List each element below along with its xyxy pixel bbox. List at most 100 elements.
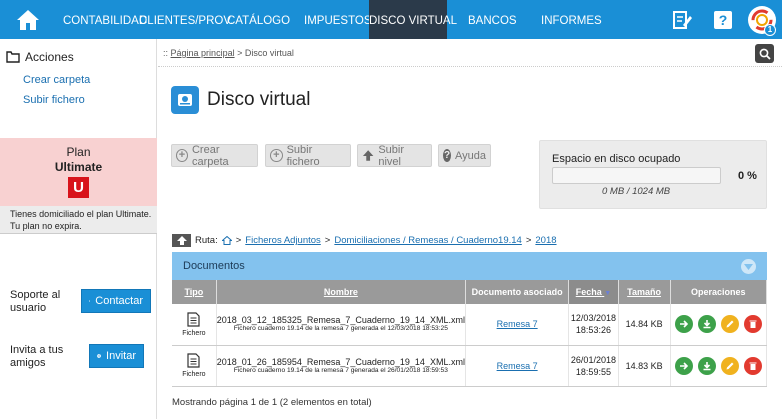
file-date: 26/01/2018 [570, 354, 616, 365]
file-time: 18:53:26 [575, 325, 611, 336]
sidebar: Acciones Crear carpeta Subir fichero Pla… [0, 39, 157, 419]
globe-icon [97, 354, 101, 358]
help-toolbar-button[interactable]: ? Ayuda [438, 144, 491, 167]
nav-impuestos[interactable]: IMPUESTOS [304, 0, 372, 39]
cell-fecha: 12/03/2018 18:53:26 [568, 304, 619, 346]
disk-drive-icon [171, 86, 199, 114]
nav-clientes-prov[interactable]: CLIENTES/PROV. [139, 0, 233, 39]
up-level-button[interactable]: Subir nivel [357, 144, 432, 168]
col-header-fecha-label: Fecha [575, 287, 602, 297]
file-icon [187, 353, 200, 368]
chevron-down-icon [744, 263, 753, 270]
sidebar-upload-file-link[interactable]: Subir fichero [23, 94, 85, 106]
cell-documento-asociado: Remesa 7 [465, 345, 570, 387]
path-separator: > [525, 235, 532, 246]
path-separator: > [324, 235, 331, 246]
plus-circle-icon: + [270, 149, 283, 162]
disk-usage-percent: 0 % [738, 170, 757, 182]
open-button[interactable] [674, 356, 693, 375]
envelope-icon [89, 300, 91, 302]
page-title: Disco virtual [207, 89, 311, 110]
cell-tipo: Fichero [172, 304, 217, 346]
sidebar-create-folder-link[interactable]: Crear carpeta [23, 74, 90, 86]
table-row[interactable]: Fichero 2018_03_12_185325_Remesa_7_Cuade… [172, 304, 768, 346]
cell-nombre: 2018_03_12_185325_Remesa_7_Cuaderno_19_1… [216, 304, 466, 346]
cell-operaciones [670, 345, 768, 387]
col-header-tamano[interactable]: Tamaño [618, 280, 671, 304]
associated-document-link[interactable]: Remesa 7 [497, 361, 538, 371]
notification-badge: 1 [764, 24, 776, 36]
upload-file-label: Subir fichero [286, 143, 320, 168]
sidebar-actions-label: Acciones [25, 50, 74, 64]
breadcrumb-current: Disco virtual [244, 48, 294, 58]
question-circle-icon: ? [443, 149, 451, 162]
search-button[interactable] [755, 44, 774, 63]
download-icon [703, 320, 711, 329]
help-button[interactable]: ? [709, 6, 737, 34]
file-name[interactable]: 2018_03_12_185325_Remesa_7_Cuaderno_19_1… [217, 315, 465, 325]
download-button[interactable] [697, 315, 716, 334]
create-folder-button[interactable]: + Crear carpeta [171, 144, 258, 168]
open-button[interactable] [674, 315, 693, 334]
download-button[interactable] [697, 356, 716, 375]
col-header-fecha[interactable]: Fecha ▼ [568, 280, 619, 304]
file-name[interactable]: 2018_01_26_185954_Remesa_7_Cuaderno_19_1… [217, 357, 465, 367]
associated-document-link[interactable]: Remesa 7 [497, 319, 538, 329]
documents-panel-header: Documentos [172, 252, 767, 280]
edit-document-icon [673, 11, 692, 29]
edit-button[interactable] [720, 356, 739, 375]
delete-button[interactable] [743, 356, 762, 375]
delete-button[interactable] [743, 315, 762, 334]
disk-usage-title: Espacio en disco ocupado [552, 153, 681, 165]
trash-icon [749, 362, 757, 370]
home-icon[interactable] [221, 236, 232, 245]
nav-disco-virtual[interactable]: DISCO VIRTUAL [369, 0, 457, 39]
breadcrumb-separator: > [237, 48, 243, 58]
plan-label: Plan [66, 145, 91, 159]
home-button[interactable] [0, 0, 56, 39]
table-header-row: Tipo Nombre Documento asociado Fecha ▼ T… [172, 280, 768, 304]
documents-table: Tipo Nombre Documento asociado Fecha ▼ T… [172, 280, 768, 387]
nav-catalogo[interactable]: CATÁLOGO [227, 0, 290, 39]
plan-name: Ultimate [54, 160, 103, 174]
search-icon [759, 48, 771, 60]
pencil-icon [726, 320, 734, 328]
arrow-right-icon [679, 320, 688, 328]
plan-status-text: Tienes domiciliado el plan Ultimate. Tu … [0, 206, 157, 234]
breadcrumb-home-link[interactable]: Página principal [171, 48, 235, 58]
support-text: Soporte al usuario [10, 289, 61, 314]
plan-badge: U [68, 177, 89, 198]
nav-contabilidad[interactable]: CONTABILIDAD [63, 0, 147, 39]
edit-button[interactable] [720, 315, 739, 334]
path-link-domiciliaciones[interactable]: Domiciliaciones / Remesas / Cuaderno19.1… [334, 235, 521, 246]
invite-button-label: Invitar [106, 350, 136, 362]
cell-documento-asociado: Remesa 7 [465, 304, 570, 346]
path-link-2018[interactable]: 2018 [535, 235, 556, 246]
breadcrumb-prefix: :: [163, 48, 169, 58]
file-description: Fichero cuaderno 19.14 de la remesa 7 ge… [233, 325, 448, 333]
contact-button[interactable]: Contactar [81, 289, 151, 313]
disk-usage-panel: Espacio en disco ocupado 0 % 0 MB / 1024… [539, 140, 767, 209]
cell-operaciones [670, 304, 768, 346]
cell-fecha: 26/01/2018 18:59:55 [568, 345, 619, 387]
disk-usage-bar [552, 167, 721, 184]
path-separator: > [235, 235, 242, 246]
col-header-nombre[interactable]: Nombre [216, 280, 466, 304]
nav-informes[interactable]: INFORMES [541, 0, 602, 39]
table-row[interactable]: Fichero 2018_01_26_185954_Remesa_7_Cuade… [172, 345, 768, 387]
arrow-up-icon [176, 236, 187, 245]
invite-button[interactable]: Invitar [89, 344, 144, 368]
col-header-tipo[interactable]: Tipo [172, 280, 217, 304]
collapse-button[interactable] [741, 259, 756, 274]
edit-document-button[interactable] [668, 6, 696, 34]
path-up-button[interactable] [172, 234, 191, 247]
upload-file-button[interactable]: + Subir fichero [265, 143, 351, 168]
user-avatar[interactable]: 1 [747, 5, 777, 36]
col-header-operaciones: Operaciones [670, 280, 768, 304]
nav-bancos[interactable]: BANCOS [468, 0, 517, 39]
download-icon [703, 361, 711, 370]
plus-circle-icon: + [176, 149, 188, 162]
path-link-ficheros-adjuntos[interactable]: Ficheros Adjuntos [245, 235, 321, 246]
home-icon [17, 9, 39, 30]
path-label: Ruta: [195, 235, 218, 246]
